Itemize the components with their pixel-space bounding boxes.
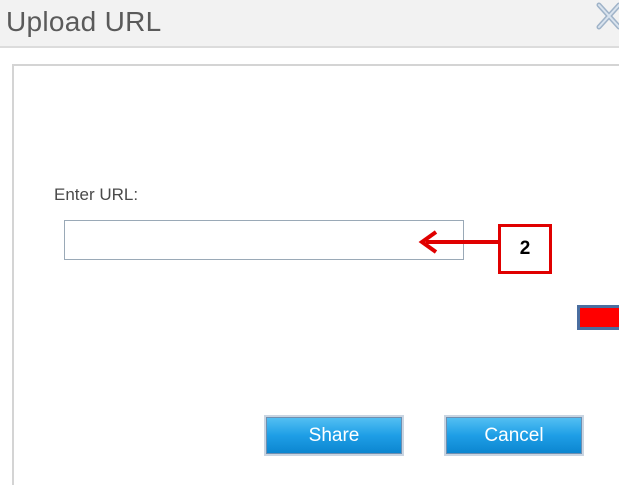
close-x-icon[interactable] [595,2,619,30]
dialog-titlebar: Upload URL [0,0,619,48]
share-button[interactable]: Share [264,415,404,456]
cancel-button[interactable]: Cancel [444,415,584,456]
url-input[interactable] [64,220,464,260]
dialog-title: Upload URL [6,6,162,37]
upload-url-dialog: Upload URL Enter URL: 2 Share Cancel [0,0,619,485]
left-arrow-icon [418,230,498,254]
url-label: Enter URL: [54,185,139,204]
red-marker [577,305,619,330]
annotation-callout: 2 [498,224,552,274]
